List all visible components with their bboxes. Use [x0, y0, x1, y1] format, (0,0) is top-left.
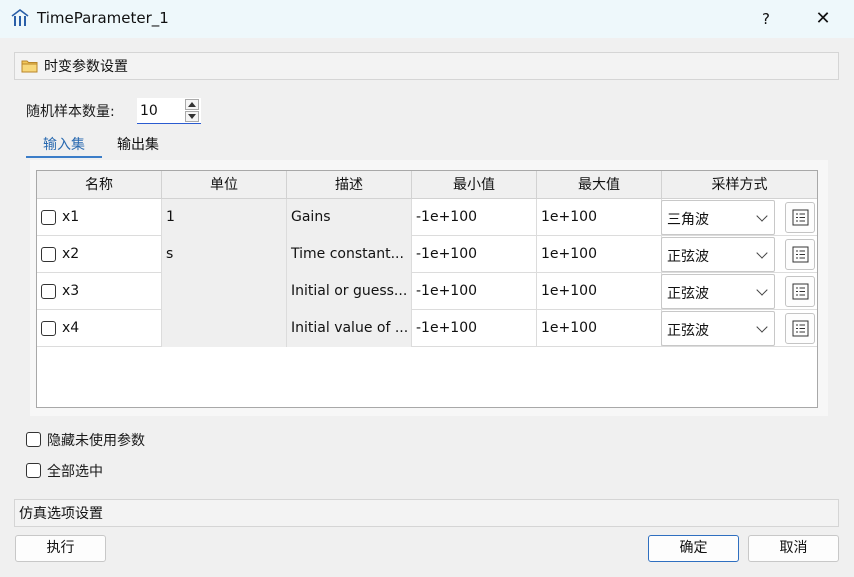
sample-count-input[interactable]	[140, 101, 182, 121]
cell-max[interactable]: 1e+100	[537, 199, 662, 236]
table-row: x4 Initial value of ... -1e+100 1e+100 正…	[37, 310, 817, 347]
list-button[interactable]	[785, 202, 815, 233]
sample-count-spinbox[interactable]	[137, 98, 201, 124]
cell-name: x1	[37, 199, 162, 236]
cell-unit[interactable]	[162, 310, 287, 347]
sampling-combo[interactable]: 正弦波	[661, 311, 775, 346]
select-all-label: 全部选中	[47, 464, 103, 480]
cell-desc: Gains	[287, 199, 412, 236]
close-button[interactable]: ✕	[808, 4, 838, 34]
list-button[interactable]	[785, 276, 815, 307]
help-button[interactable]: ?	[752, 4, 780, 34]
list-icon	[792, 283, 809, 300]
header-sampling[interactable]: 采样方式	[662, 171, 817, 199]
hide-unused-label: 隐藏未使用参数	[47, 433, 145, 449]
cell-unit[interactable]	[162, 273, 287, 310]
spin-down-button[interactable]	[185, 111, 199, 122]
tab-output-set[interactable]: 输出集	[112, 134, 164, 158]
window-title: TimeParameter_1	[37, 9, 169, 27]
title-bar: TimeParameter_1 ? ✕	[0, 0, 854, 38]
table-row: x2 s Time constant... -1e+100 1e+100 正弦波	[37, 236, 817, 273]
cell-name: x3	[37, 273, 162, 310]
cell-max[interactable]: 1e+100	[537, 236, 662, 273]
cell-desc: Initial or guess...	[287, 273, 412, 310]
cell-desc: Time constant...	[287, 236, 412, 273]
cell-unit[interactable]: s	[162, 236, 287, 273]
cell-max[interactable]: 1e+100	[537, 273, 662, 310]
sampling-combo[interactable]: 正弦波	[661, 274, 775, 309]
row-checkbox[interactable]	[41, 284, 56, 299]
parameter-table: 名称 单位 描述 最小值 最大值 采样方式 x1 1 Gains -1e+100…	[36, 170, 818, 408]
cell-name: x2	[37, 236, 162, 273]
ok-button[interactable]: 确定	[648, 535, 739, 562]
chevron-down-icon	[756, 321, 768, 333]
sample-count-label: 随机样本数量:	[26, 104, 115, 120]
spin-up-button[interactable]	[185, 99, 199, 110]
sampling-combo[interactable]: 三角波	[661, 200, 775, 235]
section-label: 仿真选项设置	[19, 506, 103, 522]
cell-min[interactable]: -1e+100	[412, 199, 537, 236]
section-label: 时变参数设置	[44, 59, 128, 75]
header-name[interactable]: 名称	[37, 171, 162, 199]
section-header-simulation[interactable]: 仿真选项设置	[14, 499, 839, 527]
cancel-button[interactable]: 取消	[748, 535, 839, 562]
cell-unit[interactable]: 1	[162, 199, 287, 236]
cell-min[interactable]: -1e+100	[412, 273, 537, 310]
row-checkbox[interactable]	[41, 247, 56, 262]
param-name: x4	[62, 320, 80, 336]
table-header: 名称 单位 描述 最小值 最大值 采样方式	[37, 171, 817, 199]
table-row: x3 Initial or guess... -1e+100 1e+100 正弦…	[37, 273, 817, 310]
list-icon	[792, 246, 809, 263]
tab-input-set[interactable]: 输入集	[26, 134, 102, 158]
cell-min[interactable]: -1e+100	[412, 310, 537, 347]
section-header-timevarying[interactable]: 时变参数设置	[14, 52, 839, 80]
select-all-checkbox[interactable]	[26, 463, 41, 478]
param-name: x3	[62, 283, 80, 299]
chevron-down-icon	[756, 284, 768, 296]
cell-max[interactable]: 1e+100	[537, 310, 662, 347]
hide-unused-checkbox[interactable]	[26, 432, 41, 447]
sampling-value: 正弦波	[667, 286, 709, 302]
triangle-up-icon	[188, 102, 196, 107]
table-row: x1 1 Gains -1e+100 1e+100 三角波	[37, 199, 817, 236]
row-checkbox[interactable]	[41, 321, 56, 336]
cell-min[interactable]: -1e+100	[412, 236, 537, 273]
sampling-value: 正弦波	[667, 249, 709, 265]
header-max[interactable]: 最大值	[537, 171, 662, 199]
triangle-down-icon	[188, 114, 196, 119]
app-icon	[10, 8, 30, 28]
sampling-value: 三角波	[667, 212, 709, 228]
execute-button[interactable]: 执行	[15, 535, 106, 562]
row-checkbox[interactable]	[41, 210, 56, 225]
header-desc[interactable]: 描述	[287, 171, 412, 199]
folder-icon	[21, 59, 38, 73]
sampling-combo[interactable]: 正弦波	[661, 237, 775, 272]
param-name: x1	[62, 209, 80, 225]
list-button[interactable]	[785, 239, 815, 270]
sampling-value: 正弦波	[667, 323, 709, 339]
param-name: x2	[62, 246, 80, 262]
list-button[interactable]	[785, 313, 815, 344]
list-icon	[792, 209, 809, 226]
cell-desc: Initial value of ...	[287, 310, 412, 347]
cell-name: x4	[37, 310, 162, 347]
chevron-down-icon	[756, 247, 768, 259]
header-min[interactable]: 最小值	[412, 171, 537, 199]
chevron-down-icon	[756, 210, 768, 222]
list-icon	[792, 320, 809, 337]
header-unit[interactable]: 单位	[162, 171, 287, 199]
